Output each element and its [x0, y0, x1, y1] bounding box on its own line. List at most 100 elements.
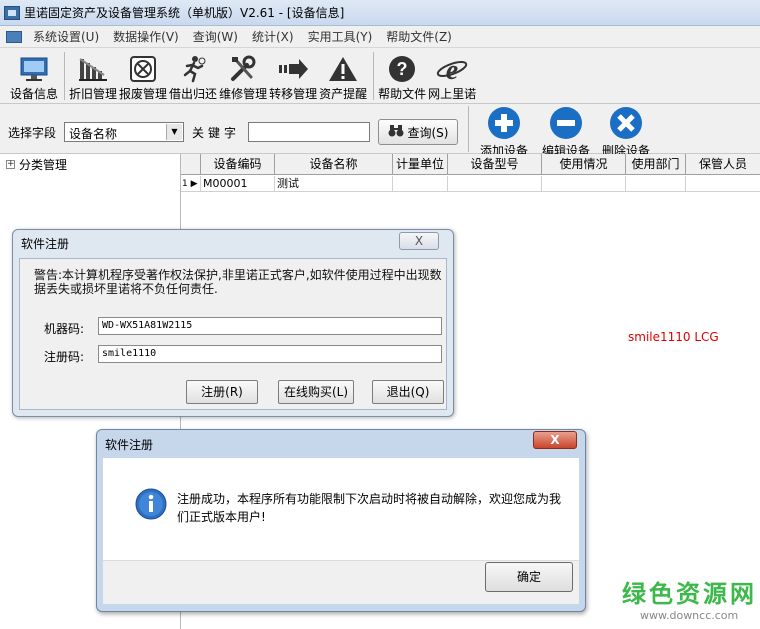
dialog-title: 软件注册 [105, 438, 154, 452]
title-bar: 里诺固定资产及设备管理系统（单机版）V2.61 - [设备信息] [0, 0, 760, 26]
exit-button[interactable]: 退出(Q) [372, 380, 444, 404]
column-header[interactable]: 计量单位 [393, 154, 448, 175]
toolbar-depreciation[interactable]: 折旧管理 [69, 48, 117, 102]
success-message: 注册成功，本程序所有功能限制下次启动时将被自动解除，欢迎您成为我们正式版本用户! [177, 492, 562, 524]
cell-keeper[interactable] [686, 176, 760, 192]
toolbar-label: 网上里诺 [428, 87, 477, 101]
toolbar-help[interactable]: ? 帮助文件 [378, 48, 426, 102]
register-button[interactable]: 注册(R) [186, 380, 258, 404]
row-number-text: 1 [182, 179, 188, 189]
cell-code[interactable]: M00001 [201, 176, 275, 192]
column-header[interactable]: 使用情况 [542, 154, 626, 175]
searchbar-separator [468, 106, 469, 152]
svg-text:?: ? [397, 59, 408, 79]
monitor-icon [17, 54, 51, 83]
toolbar-repair[interactable]: 维修管理 [219, 48, 267, 102]
keyword-input[interactable] [248, 122, 370, 142]
ie-icon: e [435, 54, 469, 83]
menu-system-settings[interactable]: 系统设置(U) [26, 28, 106, 45]
watermark: 绿色资源网 www.downcc.com [622, 574, 757, 622]
menu-utilities[interactable]: 实用工具(Y) [301, 28, 380, 45]
cell-name[interactable]: 测试 [275, 176, 393, 192]
delete-device-button[interactable]: 删除设备 [602, 106, 650, 159]
edit-device-button[interactable]: 编辑设备 [542, 106, 590, 159]
menu-query[interactable]: 查询(W) [186, 28, 245, 45]
column-header[interactable]: 设备编码 [201, 154, 275, 175]
close-button[interactable]: X [533, 431, 577, 449]
field-select-label: 选择字段 [8, 126, 57, 140]
grid-header: 设备编码 设备名称 计量单位 设备型号 使用情况 使用部门 保管人员 [181, 154, 760, 175]
cell-model[interactable] [448, 176, 542, 192]
register-code-label: 注册码: [44, 350, 85, 364]
scrap-icon [126, 54, 160, 83]
ok-button[interactable]: 确定 [485, 562, 573, 592]
toolbar-label: 折旧管理 [69, 87, 118, 101]
toolbar-asset-alert[interactable]: 资产提醒 [319, 48, 367, 102]
register-dialog: 软件注册 X 警告:本计算机程序受著作权法保护,非里诺正式客户,如软件使用过程中… [12, 229, 454, 417]
info-icon [135, 488, 167, 520]
cell-dept[interactable] [626, 176, 686, 192]
machine-code-field[interactable]: WD-WX51A81W2115 [98, 317, 442, 335]
buy-online-button[interactable]: 在线购买(L) [278, 380, 354, 404]
system-menu-icon[interactable] [6, 30, 22, 43]
row-pointer-icon: ▶ [190, 179, 198, 189]
close-icon: X [414, 234, 424, 248]
toolbar-label: 借出归还 [169, 87, 218, 101]
dialog-message-area: 注册成功，本程序所有功能限制下次启动时将被自动解除，欢迎您成为我们正式版本用户! [103, 458, 579, 560]
success-dialog: 软件注册 X 注册成功，本程序所有功能限制下次启动时将被自动解除，欢迎您成为我们… [96, 429, 586, 612]
menu-help[interactable]: 帮助文件(Z) [379, 28, 459, 45]
binoculars-icon [388, 124, 404, 141]
x-circle-icon [610, 107, 642, 139]
arrow-icon [276, 54, 310, 83]
help-icon: ? [385, 54, 419, 83]
keyword-label: 关键字 [192, 126, 241, 140]
register-code-field[interactable]: smile1110 [98, 345, 442, 363]
minus-circle-icon [550, 107, 582, 139]
toolbar-scrap[interactable]: 报废管理 [119, 48, 167, 102]
cell-unit[interactable] [393, 176, 448, 192]
menu-data-ops[interactable]: 数据操作(V) [106, 28, 186, 45]
add-device-button[interactable]: 添加设备 [480, 106, 528, 159]
row-number: 1 ▶ [181, 176, 201, 192]
toolbar-device-info[interactable]: 设备信息 [10, 48, 58, 102]
query-button-label: 查询(S) [407, 125, 449, 140]
search-bar: 选择字段 设备名称 ▼ 关键字 查询(S) 添加设备 编辑设备 删除设备 [0, 104, 760, 158]
warning-icon [326, 54, 360, 83]
column-header[interactable]: 设备型号 [448, 154, 542, 175]
warning-text: 警告:本计算机程序受著作权法保护,非里诺正式客户,如软件使用过程中出现数据丢失或… [34, 268, 442, 296]
runner-icon [176, 54, 210, 83]
app-icon [4, 5, 20, 20]
column-header[interactable]: 保管人员 [686, 154, 760, 175]
window-title: 里诺固定资产及设备管理系统（单机版）V2.61 - [设备信息] [24, 6, 345, 20]
field-select[interactable]: 设备名称 ▼ [64, 122, 184, 142]
column-header[interactable]: 使用部门 [626, 154, 686, 175]
toolbar-separator [64, 52, 66, 100]
dialog-title: 软件注册 [21, 237, 70, 251]
menu-bar: 系统设置(U) 数据操作(V) 查询(W) 统计(X) 实用工具(Y) 帮助文件… [0, 26, 760, 48]
field-select-value: 设备名称 [69, 127, 118, 141]
toolbar: 设备信息 折旧管理 报废管理 借出归还 维修管理 转移管理 资产提醒 ? 帮助文… [0, 48, 760, 104]
cell-usage[interactable] [542, 176, 626, 192]
toolbar-label: 报废管理 [119, 87, 168, 101]
close-button[interactable]: X [399, 232, 439, 250]
machine-code-label: 机器码: [44, 322, 85, 336]
expand-icon[interactable]: + [6, 160, 15, 169]
query-button[interactable]: 查询(S) [378, 119, 458, 145]
table-row[interactable]: 1 ▶ M00001 测试 [181, 176, 760, 192]
tree-item-category[interactable]: + 分类管理 [6, 156, 67, 173]
svg-text:e: e [446, 55, 458, 83]
column-header[interactable]: 设备名称 [275, 154, 393, 175]
toolbar-label: 转移管理 [269, 87, 318, 101]
menu-statistics[interactable]: 统计(X) [245, 28, 301, 45]
toolbar-lend-return[interactable]: 借出归还 [169, 48, 217, 102]
chevron-down-icon[interactable]: ▼ [166, 124, 182, 140]
toolbar-transfer[interactable]: 转移管理 [269, 48, 317, 102]
side-annotation: smile1110 LCG [628, 330, 719, 344]
tools-icon [226, 54, 260, 83]
plus-circle-icon [488, 107, 520, 139]
dialog-body: 警告:本计算机程序受著作权法保护,非里诺正式客户,如软件使用过程中出现数据丢失或… [19, 258, 447, 410]
toolbar-online[interactable]: e 网上里诺 [428, 48, 476, 102]
toolbar-separator [373, 52, 375, 100]
grid-corner [181, 154, 201, 175]
toolbar-label: 设备信息 [10, 87, 59, 101]
